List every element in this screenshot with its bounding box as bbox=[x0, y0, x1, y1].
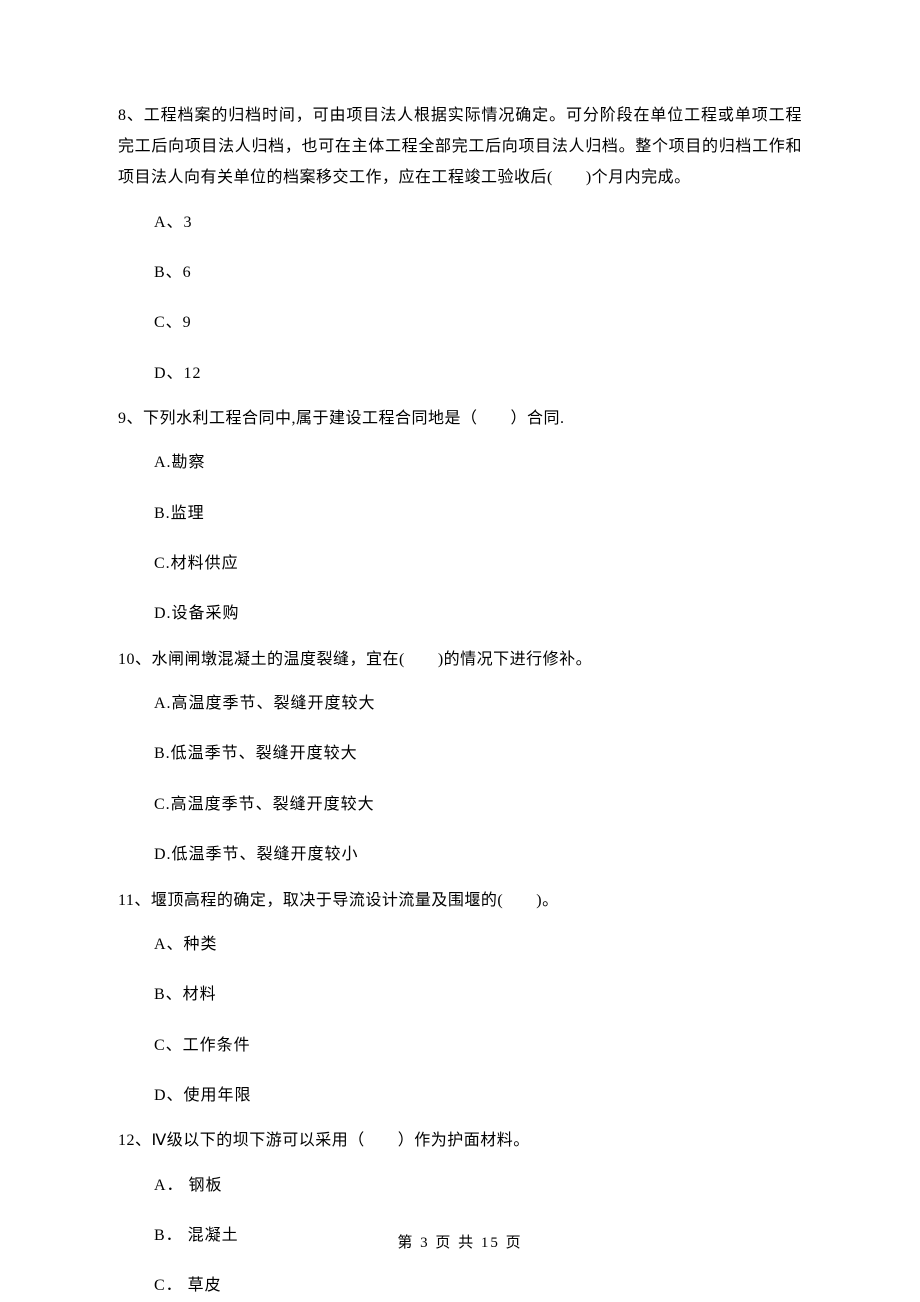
question-body: Ⅳ级以下的坝下游可以采用（ ）作为护面材料。 bbox=[152, 1132, 530, 1149]
option-c: C、9 bbox=[154, 308, 802, 338]
option-b: B、材料 bbox=[154, 980, 802, 1010]
question-options: A.高温度季节、裂缝开度较大 B.低温季节、裂缝开度较大 C.高温度季节、裂缝开… bbox=[118, 689, 802, 871]
option-c: C、工作条件 bbox=[154, 1031, 802, 1061]
option-a: A． 钢板 bbox=[154, 1171, 802, 1201]
option-d: D.设备采购 bbox=[154, 599, 802, 629]
option-a: A.高温度季节、裂缝开度较大 bbox=[154, 689, 802, 719]
question-body: 水闸闸墩混凝土的温度裂缝，宜在( )的情况下进行修补。 bbox=[152, 651, 593, 668]
question-number: 11、 bbox=[118, 892, 151, 909]
question-body: 工程档案的归档时间，可由项目法人根据实际情况确定。可分阶段在单位工程或单项工程完… bbox=[118, 107, 802, 186]
question-number: 10、 bbox=[118, 651, 152, 668]
question-9: 9、下列水利工程合同中,属于建设工程合同地是（ ）合同. A.勘察 B.监理 C… bbox=[118, 403, 802, 630]
option-d: D.低温季节、裂缝开度较小 bbox=[154, 840, 802, 870]
question-number: 12、 bbox=[118, 1132, 152, 1149]
question-8: 8、工程档案的归档时间，可由项目法人根据实际情况确定。可分阶段在单位工程或单项工… bbox=[118, 100, 802, 389]
question-text: 12、Ⅳ级以下的坝下游可以采用（ ）作为护面材料。 bbox=[118, 1125, 802, 1156]
question-12: 12、Ⅳ级以下的坝下游可以采用（ ）作为护面材料。 A． 钢板 B． 混凝土 C… bbox=[118, 1125, 802, 1301]
option-c: C.高温度季节、裂缝开度较大 bbox=[154, 790, 802, 820]
option-a: A.勘察 bbox=[154, 448, 802, 478]
question-options: A.勘察 B.监理 C.材料供应 D.设备采购 bbox=[118, 448, 802, 630]
option-a: A、种类 bbox=[154, 930, 802, 960]
question-text: 11、堰顶高程的确定，取决于导流设计流量及围堰的( )。 bbox=[118, 885, 802, 916]
option-d: D、使用年限 bbox=[154, 1081, 802, 1111]
question-body: 堰顶高程的确定，取决于导流设计流量及围堰的( )。 bbox=[151, 892, 559, 909]
question-options: A、3 B、6 C、9 D、12 bbox=[118, 208, 802, 390]
question-text: 9、下列水利工程合同中,属于建设工程合同地是（ ）合同. bbox=[118, 403, 802, 434]
question-10: 10、水闸闸墩混凝土的温度裂缝，宜在( )的情况下进行修补。 A.高温度季节、裂… bbox=[118, 644, 802, 871]
option-a: A、3 bbox=[154, 208, 802, 238]
question-body: 下列水利工程合同中,属于建设工程合同地是（ ）合同. bbox=[143, 410, 565, 427]
option-b: B.低温季节、裂缝开度较大 bbox=[154, 739, 802, 769]
option-d: D、12 bbox=[154, 359, 802, 389]
question-text: 8、工程档案的归档时间，可由项目法人根据实际情况确定。可分阶段在单位工程或单项工… bbox=[118, 100, 802, 194]
option-b: B.监理 bbox=[154, 499, 802, 529]
question-11: 11、堰顶高程的确定，取决于导流设计流量及围堰的( )。 A、种类 B、材料 C… bbox=[118, 885, 802, 1112]
question-number: 9、 bbox=[118, 410, 143, 427]
option-c: C.材料供应 bbox=[154, 549, 802, 579]
page-footer: 第 3 页 共 15 页 bbox=[0, 1229, 920, 1258]
question-number: 8、 bbox=[118, 107, 144, 124]
option-b: B、6 bbox=[154, 258, 802, 288]
option-c: C． 草皮 bbox=[154, 1271, 802, 1301]
question-text: 10、水闸闸墩混凝土的温度裂缝，宜在( )的情况下进行修补。 bbox=[118, 644, 802, 675]
question-options: A、种类 B、材料 C、工作条件 D、使用年限 bbox=[118, 930, 802, 1112]
